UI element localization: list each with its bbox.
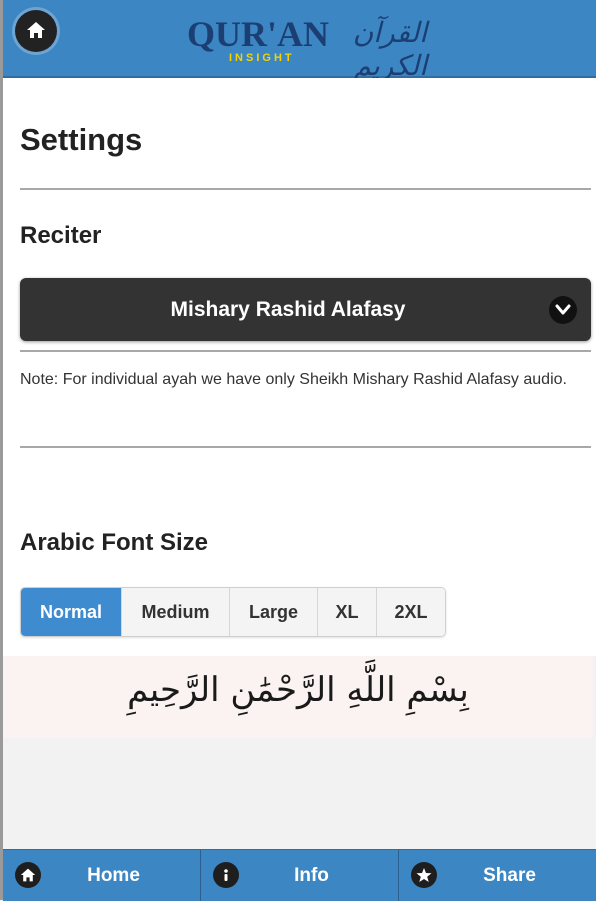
home-icon [27,22,45,38]
footer-home-label: Home [87,865,140,886]
logo-subtext: INSIGHT [229,52,295,64]
reciter-select[interactable]: Mishary Rashid Alafasy [20,278,591,341]
reciter-note: Note: For individual ayah we have only S… [20,371,567,388]
reciter-heading: Reciter [20,222,102,249]
logo-text: QUR'AN [187,14,329,54]
page-title: Settings [20,122,143,157]
font-size-option-2xl[interactable]: 2XL [376,588,445,636]
bottom-navbar: Home Info Share [3,849,596,901]
divider [20,446,591,448]
footer-home-button[interactable]: Home [3,850,200,901]
basmala-preview-text: بِسْمِ اللَّهِ الرَّحْمَٰنِ الرَّحِيمِ [127,670,469,710]
footer-info-button[interactable]: Info [200,850,398,901]
app-header: QUR'AN INSIGHT القرآن الكريم [3,0,596,82]
settings-content: Settings Reciter Mishary Rashid Alafasy … [3,78,596,656]
footer-info-label: Info [294,865,329,886]
footer-share-label: Share [483,865,536,886]
app-logo: QUR'AN INSIGHT القرآن الكريم [187,14,427,82]
chevron-down-icon [549,296,577,324]
font-size-option-large[interactable]: Large [229,588,317,636]
font-size-option-medium[interactable]: Medium [121,588,229,636]
font-size-heading: Arabic Font Size [20,529,209,556]
font-preview: بِسْمِ اللَّهِ الرَّحْمَٰنِ الرَّحِيمِ [3,656,593,738]
font-size-selector: Normal Medium Large XL 2XL [20,587,446,637]
logo-arabic: القرآن الكريم [352,16,427,82]
divider [20,350,591,352]
header-home-button[interactable] [15,10,57,52]
reciter-selected-value: Mishary Rashid Alafasy [170,298,406,321]
footer-share-button[interactable]: Share [398,850,596,901]
font-size-option-xl[interactable]: XL [317,588,376,636]
divider [20,188,591,190]
font-size-option-normal[interactable]: Normal [21,588,121,636]
